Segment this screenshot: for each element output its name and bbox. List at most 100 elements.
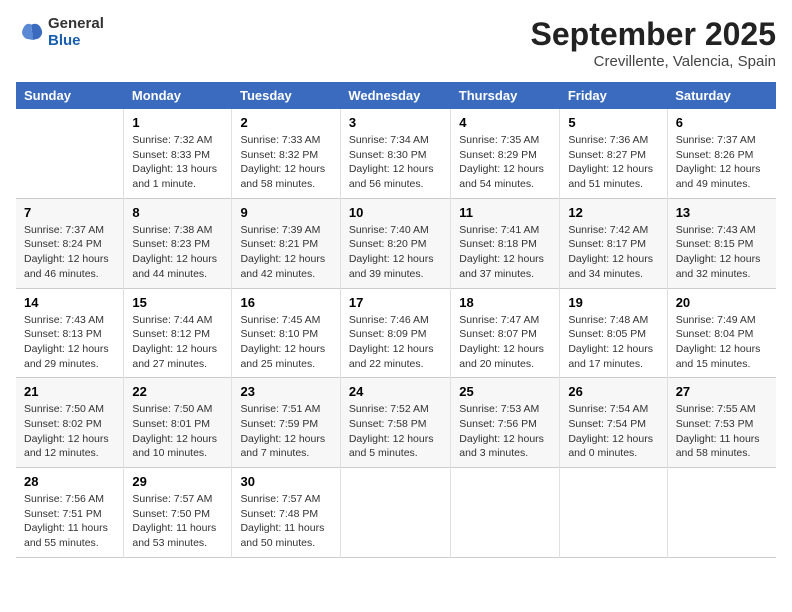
calendar-day-cell: 28 Sunrise: 7:56 AMSunset: 7:51 PMDayligh… — [16, 468, 124, 558]
calendar-week-row: 1 Sunrise: 7:32 AMSunset: 8:33 PMDaylight… — [16, 109, 776, 198]
day-info: Sunrise: 7:37 AMSunset: 8:26 PMDaylight:… — [676, 133, 768, 192]
day-info: Sunrise: 7:45 AMSunset: 8:10 PMDaylight:… — [240, 313, 331, 372]
calendar-week-row: 21 Sunrise: 7:50 AMSunset: 8:02 PMDayligh… — [16, 378, 776, 468]
calendar-day-cell: 24 Sunrise: 7:52 AMSunset: 7:58 PMDayligh… — [340, 378, 450, 468]
logo-blue: Blue — [48, 33, 104, 50]
day-info: Sunrise: 7:39 AMSunset: 8:21 PMDaylight:… — [240, 223, 331, 282]
day-number: 27 — [676, 384, 768, 399]
calendar-day-cell: 3 Sunrise: 7:34 AMSunset: 8:30 PMDaylight… — [340, 109, 450, 198]
day-number: 1 — [132, 115, 223, 130]
day-info: Sunrise: 7:38 AMSunset: 8:23 PMDaylight:… — [132, 223, 223, 282]
calendar-day-cell: 10Sunrise: 7:40 AMSunset: 8:20 PMDayligh… — [340, 198, 450, 288]
calendar-day-cell: 25 Sunrise: 7:53 AMSunset: 7:56 PMDayligh… — [451, 378, 560, 468]
day-number: 5 — [568, 115, 658, 130]
day-number: 2 — [240, 115, 331, 130]
calendar-header-row: Sunday Monday Tuesday Wednesday Thursday… — [16, 82, 776, 109]
day-number: 26 — [568, 384, 658, 399]
calendar-day-cell — [451, 468, 560, 558]
day-info: Sunrise: 7:56 AMSunset: 7:51 PMDaylight:… — [24, 492, 115, 551]
calendar-day-cell: 6Sunrise: 7:37 AMSunset: 8:26 PMDaylight… — [667, 109, 776, 198]
day-info: Sunrise: 7:33 AMSunset: 8:32 PMDaylight:… — [240, 133, 331, 192]
day-number: 22 — [132, 384, 223, 399]
calendar-day-cell: 13 Sunrise: 7:43 AMSunset: 8:15 PMDayligh… — [667, 198, 776, 288]
calendar-day-cell: 20 Sunrise: 7:49 AMSunset: 8:04 PMDayligh… — [667, 288, 776, 378]
logo: General Blue — [16, 16, 104, 49]
day-number: 16 — [240, 295, 331, 310]
day-number: 18 — [459, 295, 551, 310]
day-number: 28 — [24, 474, 115, 489]
day-info: Sunrise: 7:32 AMSunset: 8:33 PMDaylight:… — [132, 133, 223, 192]
calendar-day-cell: 1 Sunrise: 7:32 AMSunset: 8:33 PMDaylight… — [124, 109, 232, 198]
day-number: 15 — [132, 295, 223, 310]
header-saturday: Saturday — [667, 82, 776, 109]
title-area: September 2025 Crevillente, Valencia, Sp… — [531, 16, 776, 70]
calendar-day-cell: 27 Sunrise: 7:55 AMSunset: 7:53 PMDayligh… — [667, 378, 776, 468]
calendar-day-cell: 4 Sunrise: 7:35 AMSunset: 8:29 PMDaylight… — [451, 109, 560, 198]
day-info: Sunrise: 7:40 AMSunset: 8:20 PMDaylight:… — [349, 223, 442, 282]
day-number: 29 — [132, 474, 223, 489]
day-number: 23 — [240, 384, 331, 399]
calendar-day-cell: 11 Sunrise: 7:41 AMSunset: 8:18 PMDayligh… — [451, 198, 560, 288]
calendar-day-cell: 26 Sunrise: 7:54 AMSunset: 7:54 PMDayligh… — [560, 378, 667, 468]
day-info: Sunrise: 7:53 AMSunset: 7:56 PMDaylight:… — [459, 402, 551, 461]
day-number: 11 — [459, 205, 551, 220]
calendar-day-cell: 8 Sunrise: 7:38 AMSunset: 8:23 PMDaylight… — [124, 198, 232, 288]
day-info: Sunrise: 7:54 AMSunset: 7:54 PMDaylight:… — [568, 402, 658, 461]
calendar-day-cell: 9 Sunrise: 7:39 AMSunset: 8:21 PMDaylight… — [232, 198, 340, 288]
logo-text: General Blue — [48, 16, 104, 49]
day-info: Sunrise: 7:50 AMSunset: 8:02 PMDaylight:… — [24, 402, 115, 461]
day-info: Sunrise: 7:37 AMSunset: 8:24 PMDaylight:… — [24, 223, 115, 282]
day-info: Sunrise: 7:52 AMSunset: 7:58 PMDaylight:… — [349, 402, 442, 461]
calendar-day-cell: 16 Sunrise: 7:45 AMSunset: 8:10 PMDayligh… — [232, 288, 340, 378]
logo-general: General — [48, 16, 104, 33]
day-number: 24 — [349, 384, 442, 399]
day-info: Sunrise: 7:48 AMSunset: 8:05 PMDaylight:… — [568, 313, 658, 372]
calendar-day-cell — [560, 468, 667, 558]
day-number: 20 — [676, 295, 768, 310]
day-number: 8 — [132, 205, 223, 220]
header-monday: Monday — [124, 82, 232, 109]
day-info: Sunrise: 7:57 AMSunset: 7:50 PMDaylight:… — [132, 492, 223, 551]
day-info: Sunrise: 7:46 AMSunset: 8:09 PMDaylight:… — [349, 313, 442, 372]
calendar-day-cell: 7Sunrise: 7:37 AMSunset: 8:24 PMDaylight… — [16, 198, 124, 288]
calendar-day-cell — [16, 109, 124, 198]
calendar-day-cell: 22Sunrise: 7:50 AMSunset: 8:01 PMDayligh… — [124, 378, 232, 468]
header-thursday: Thursday — [451, 82, 560, 109]
calendar-day-cell: 23Sunrise: 7:51 AMSunset: 7:59 PMDayligh… — [232, 378, 340, 468]
day-info: Sunrise: 7:36 AMSunset: 8:27 PMDaylight:… — [568, 133, 658, 192]
calendar-day-cell: 2 Sunrise: 7:33 AMSunset: 8:32 PMDaylight… — [232, 109, 340, 198]
header-sunday: Sunday — [16, 82, 124, 109]
day-info: Sunrise: 7:43 AMSunset: 8:15 PMDaylight:… — [676, 223, 768, 282]
day-number: 4 — [459, 115, 551, 130]
calendar-day-cell: 12 Sunrise: 7:42 AMSunset: 8:17 PMDayligh… — [560, 198, 667, 288]
location-subtitle: Crevillente, Valencia, Spain — [531, 53, 776, 70]
header-friday: Friday — [560, 82, 667, 109]
calendar-day-cell — [667, 468, 776, 558]
day-number: 13 — [676, 205, 768, 220]
calendar-day-cell: 5 Sunrise: 7:36 AMSunset: 8:27 PMDaylight… — [560, 109, 667, 198]
day-info: Sunrise: 7:42 AMSunset: 8:17 PMDaylight:… — [568, 223, 658, 282]
calendar-week-row: 28 Sunrise: 7:56 AMSunset: 7:51 PMDayligh… — [16, 468, 776, 558]
day-number: 25 — [459, 384, 551, 399]
day-number: 21 — [24, 384, 115, 399]
day-number: 9 — [240, 205, 331, 220]
calendar-day-cell: 14Sunrise: 7:43 AMSunset: 8:13 PMDayligh… — [16, 288, 124, 378]
day-info: Sunrise: 7:35 AMSunset: 8:29 PMDaylight:… — [459, 133, 551, 192]
calendar-day-cell: 18 Sunrise: 7:47 AMSunset: 8:07 PMDayligh… — [451, 288, 560, 378]
day-number: 12 — [568, 205, 658, 220]
day-info: Sunrise: 7:47 AMSunset: 8:07 PMDaylight:… — [459, 313, 551, 372]
calendar-day-cell: 30Sunrise: 7:57 AMSunset: 7:48 PMDayligh… — [232, 468, 340, 558]
month-title: September 2025 — [531, 16, 776, 53]
day-number: 17 — [349, 295, 442, 310]
day-number: 3 — [349, 115, 442, 130]
calendar-week-row: 7Sunrise: 7:37 AMSunset: 8:24 PMDaylight… — [16, 198, 776, 288]
day-number: 14 — [24, 295, 115, 310]
calendar-day-cell: 15Sunrise: 7:44 AMSunset: 8:12 PMDayligh… — [124, 288, 232, 378]
calendar-week-row: 14Sunrise: 7:43 AMSunset: 8:13 PMDayligh… — [16, 288, 776, 378]
day-info: Sunrise: 7:41 AMSunset: 8:18 PMDaylight:… — [459, 223, 551, 282]
day-info: Sunrise: 7:34 AMSunset: 8:30 PMDaylight:… — [349, 133, 442, 192]
day-info: Sunrise: 7:49 AMSunset: 8:04 PMDaylight:… — [676, 313, 768, 372]
day-info: Sunrise: 7:55 AMSunset: 7:53 PMDaylight:… — [676, 402, 768, 461]
calendar-day-cell: 19Sunrise: 7:48 AMSunset: 8:05 PMDayligh… — [560, 288, 667, 378]
header-wednesday: Wednesday — [340, 82, 450, 109]
